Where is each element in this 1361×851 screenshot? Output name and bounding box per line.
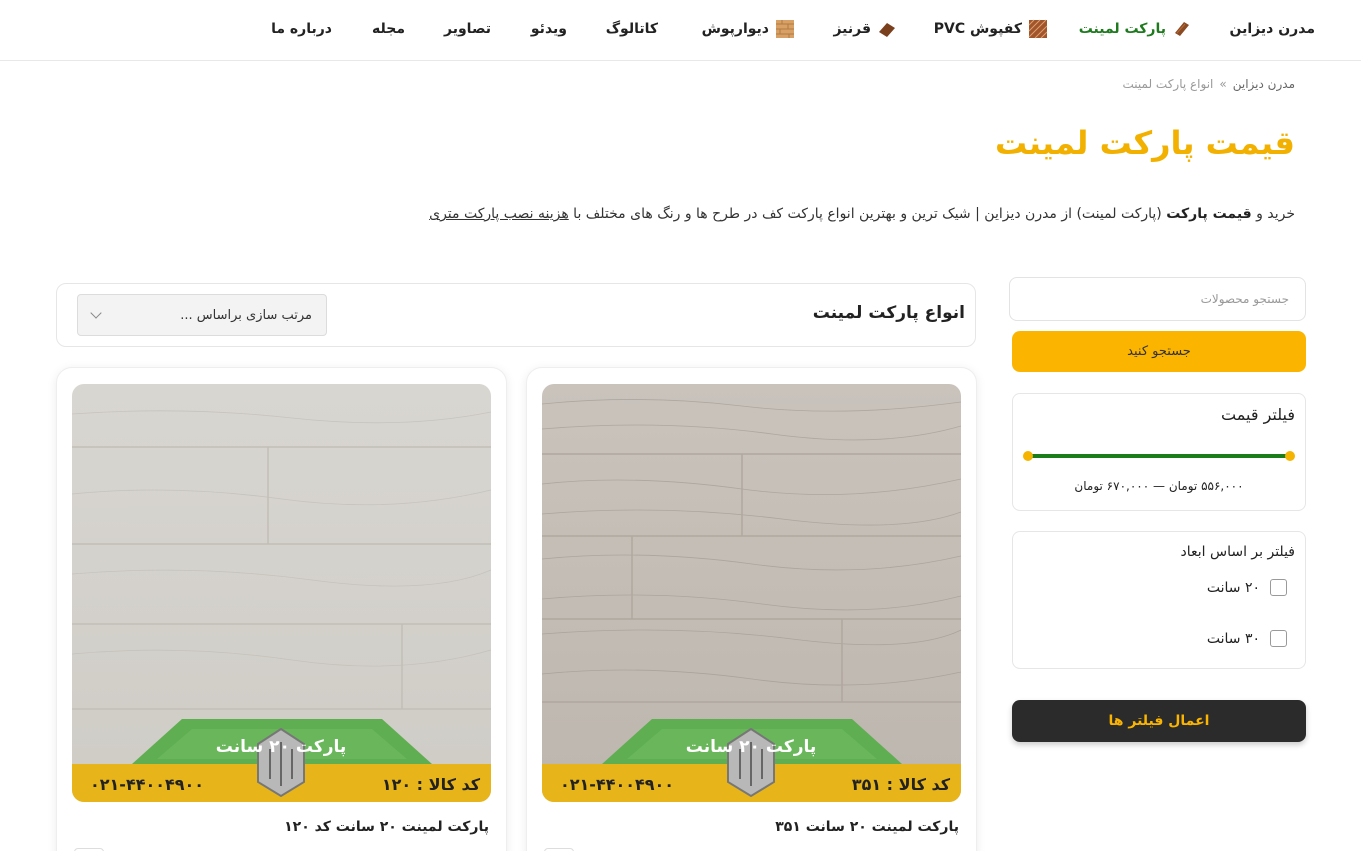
- wall-panel-icon: [775, 19, 795, 39]
- product-image[interactable]: پارکت ۲۰ سانت کد کالا : ۳۵۱ ۰۲۱-۴۴۰۰۴۹۰۰: [542, 384, 961, 802]
- top-navigation: مدرن دیزاین پارکت لمینت کفپوش PVC قرنیز …: [0, 0, 1361, 61]
- laminate-plank-icon: [1172, 19, 1192, 39]
- price-max-value: ۶۷۰,۰۰۰ تومان: [1074, 479, 1150, 493]
- product-search-input[interactable]: [1009, 277, 1306, 321]
- product-code-label: کد کالا : ۳۵۱: [852, 775, 951, 794]
- nav-label: درباره ما: [271, 21, 332, 37]
- breadcrumb-home-link[interactable]: مدرن دیزاین: [1233, 77, 1295, 91]
- nav-item-laminate-parquet[interactable]: پارکت لمینت: [1079, 17, 1192, 41]
- price-dash: —: [1153, 479, 1165, 493]
- nav-item-magazine[interactable]: مجله: [372, 17, 405, 41]
- nav-item-pvc-flooring[interactable]: کفپوش PVC: [934, 17, 1048, 41]
- nav-label: مجله: [372, 21, 405, 37]
- banner-title: پارکت ۲۰ سانت: [686, 737, 817, 757]
- nav-item-images[interactable]: تصاویر: [444, 17, 491, 41]
- breadcrumb: مدرن دیزاین » انواع پارکت لمینت: [1122, 77, 1295, 91]
- dimension-option-30cm[interactable]: ۳۰ سانت: [1207, 630, 1287, 647]
- page-description: خرید و قیمت پارکت (پارکت لمینت) از مدرن …: [429, 206, 1295, 222]
- price-min-handle[interactable]: [1023, 451, 1033, 461]
- nav-label: دیوارپوش: [701, 21, 769, 37]
- dimension-option-20cm[interactable]: ۲۰ سانت: [1207, 579, 1287, 596]
- product-card[interactable]: پارکت ۲۰ سانت کد کالا : ۱۲۰ ۰۲۱-۴۴۰۰۴۹۰۰…: [56, 367, 507, 851]
- nav-label: کاتالوگ: [605, 21, 658, 37]
- product-image[interactable]: پارکت ۲۰ سانت کد کالا : ۱۲۰ ۰۲۱-۴۴۰۰۴۹۰۰: [72, 384, 491, 802]
- nav-label: پارکت لمینت: [1078, 21, 1166, 37]
- nav-brand-modern-design[interactable]: مدرن دیزاین: [1230, 17, 1315, 41]
- nav-label: قرنیز: [833, 21, 871, 37]
- product-name[interactable]: پارکت لمینت ۲۰ سانت ۳۵۱: [775, 819, 959, 835]
- nav-item-catalog[interactable]: کاتالوگ: [606, 17, 658, 41]
- product-name[interactable]: پارکت لمینت ۲۰ سانت کد ۱۲۰: [284, 819, 489, 835]
- product-code-label: کد کالا : ۱۲۰: [382, 775, 481, 794]
- breadcrumb-current: انواع پارکت لمینت: [1122, 77, 1214, 91]
- phone-number: ۰۲۱-۴۴۰۰۴۹۰۰: [90, 775, 204, 794]
- skirting-icon: [877, 19, 897, 39]
- nav-label: کفپوش PVC: [933, 21, 1022, 37]
- breadcrumb-separator: »: [1219, 77, 1227, 91]
- pvc-tile-icon: [1028, 19, 1048, 39]
- sort-selected-value: مرتب سازی براساس ...: [180, 307, 312, 323]
- nav-label: ویدئو: [530, 21, 567, 37]
- price-max-handle[interactable]: [1285, 451, 1295, 461]
- chevron-down-icon: [90, 307, 102, 319]
- desc-bold-price: قیمت پارکت: [1166, 206, 1252, 222]
- checkbox-20cm[interactable]: [1270, 579, 1287, 596]
- sort-dropdown[interactable]: مرتب سازی براساس ...: [77, 294, 327, 336]
- nav-item-wall-covering[interactable]: دیوارپوش: [702, 17, 795, 41]
- product-list-title: انواع پارکت لمینت: [812, 303, 965, 323]
- nav-item-skirting[interactable]: قرنیز: [833, 17, 897, 41]
- price-filter-title: فیلتر قیمت: [1221, 405, 1295, 424]
- apply-filters-button[interactable]: اعمال فیلتر ها: [1012, 700, 1306, 742]
- page-title: قیمت پارکت لمینت: [994, 124, 1295, 162]
- nav-label: تصاویر: [444, 21, 491, 37]
- dimension-filter-title: فیلتر بر اساس ابعاد: [1180, 544, 1296, 560]
- checkbox-30cm[interactable]: [1270, 630, 1287, 647]
- installation-cost-link[interactable]: هزینه نصب پارکت متری: [429, 206, 569, 222]
- product-card[interactable]: پارکت ۲۰ سانت کد کالا : ۳۵۱ ۰۲۱-۴۴۰۰۴۹۰۰…: [526, 367, 977, 851]
- price-range-label: ۵۵۶,۰۰۰ تومان — ۶۷۰,۰۰۰ تومان: [1012, 479, 1306, 493]
- phone-number: ۰۲۱-۴۴۰۰۴۹۰۰: [560, 775, 674, 794]
- nav-item-video[interactable]: ویدئو: [531, 17, 567, 41]
- search-button[interactable]: جستجو کنید: [1012, 331, 1306, 372]
- price-range-slider[interactable]: [1027, 454, 1291, 458]
- price-min-value: ۵۵۶,۰۰۰ تومان: [1168, 479, 1244, 493]
- dimension-option-label: ۳۰ سانت: [1206, 630, 1260, 647]
- nav-label: مدرن دیزاین: [1229, 21, 1315, 37]
- nav-item-about-us[interactable]: درباره ما: [271, 17, 332, 41]
- desc-text-2: (پارکت لمینت) از مدرن دیزاین | شیک ترین …: [568, 206, 1167, 222]
- banner-title: پارکت ۲۰ سانت: [216, 737, 347, 757]
- dimension-option-label: ۲۰ سانت: [1206, 579, 1260, 596]
- desc-text-1: خرید و: [1251, 206, 1295, 222]
